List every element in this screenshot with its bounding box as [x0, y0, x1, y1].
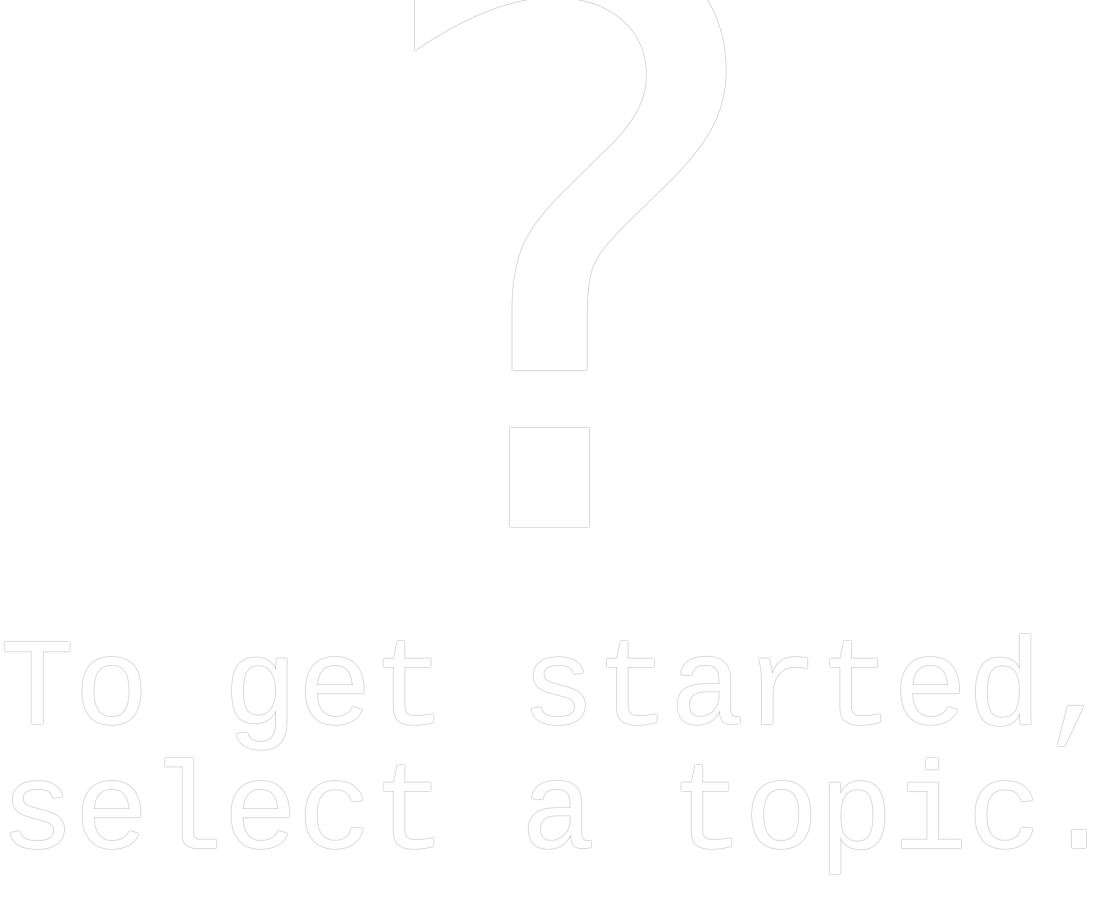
message-line-2: select a topic.	[0, 746, 1113, 886]
message-line-1: To get started,	[0, 622, 1113, 762]
empty-state: ? To get started, select a topic.	[0, 0, 1113, 907]
empty-state-message: To get started, select a topic.	[0, 630, 1113, 878]
question-mark-icon: ?	[357, 0, 782, 716]
